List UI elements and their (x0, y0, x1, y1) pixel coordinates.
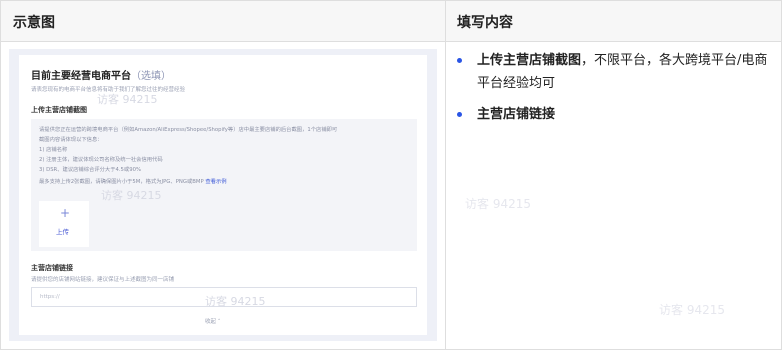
instruction-text: 最多支持上传2张截图，请确保图片小于5M，格式为JPG、PNG或BMP (39, 179, 204, 185)
store-link-section-title: 主营店铺链接 (31, 264, 73, 272)
watermark: 访客 94215 (465, 197, 531, 211)
list-item: 上传主营店铺截图，不限平台，各大跨境平台/电商平台经验均可 (457, 49, 773, 95)
header-col-illustration: 示意图 (13, 15, 55, 31)
instruction-line: 最多支持上传2张截图，请确保图片小于5M，格式为JPG、PNG或BMP 查看示例 (39, 177, 227, 185)
plus-icon: + (60, 206, 71, 220)
store-link-hint: 请提供您的店铺网站链接，建议保证与上述截图为同一店铺 (31, 277, 175, 283)
form-title-text: 目前主要经营电商平台 (31, 71, 131, 82)
upload-label: 上传 (56, 228, 69, 236)
table-header: 示意图 填写内容 (1, 1, 781, 42)
input-placeholder: https:// (40, 294, 60, 300)
watermark: 访客 94215 (101, 189, 162, 202)
upload-instructions-box: 请提供您正在运营的跨境电商平台（例如Amazon/AliExpress/Shop… (31, 119, 417, 251)
upload-button[interactable]: + 上传 (39, 201, 89, 247)
form-title: 目前主要经营电商平台（选填） (31, 67, 171, 82)
column-divider (445, 1, 446, 349)
collapse-toggle[interactable]: 收起 ˄ (205, 317, 221, 325)
watermark: 访客 94215 (205, 295, 266, 308)
optional-tag: （选填） (131, 71, 171, 82)
instruction-line: 1) 店铺名称 (39, 147, 68, 153)
list-item: 主营店铺链接 (457, 103, 773, 126)
example-screenshot: 目前主要经营电商平台（选填） 请表您现有的电商平台信息将有助于我们了解您过往的经… (9, 49, 437, 341)
watermark: 访客 94215 (97, 93, 158, 106)
instruction-line: 截图内容请体现以下信息： (39, 137, 103, 143)
instruction-line: 3) DSR、建议店铺综合评分大于4.5或90% (39, 167, 142, 173)
item-bold: 上传主营店铺截图 (477, 53, 582, 68)
item-bold: 主营店铺链接 (477, 107, 556, 122)
content-list: 上传主营店铺截图，不限平台，各大跨境平台/电商平台经验均可 主营店铺链接 (457, 49, 773, 126)
view-example-link[interactable]: 查看示例 (205, 179, 226, 185)
upload-section-title: 上传主营店铺截图 (31, 106, 87, 114)
bullet-icon (457, 58, 462, 63)
instruction-line: 2) 注册主体，建议体现公司名称及统一社会信用代码 (39, 157, 163, 163)
bullet-icon (457, 112, 462, 117)
instruction-line: 请提供您正在运营的跨境电商平台（例如Amazon/AliExpress/Shop… (39, 127, 338, 133)
header-col-content: 填写内容 (457, 15, 513, 31)
watermark: 访客 94215 (659, 303, 725, 317)
info-table: 示意图 填写内容 目前主要经营电商平台（选填） 请表您现有的电商平台信息将有助于… (0, 0, 782, 350)
